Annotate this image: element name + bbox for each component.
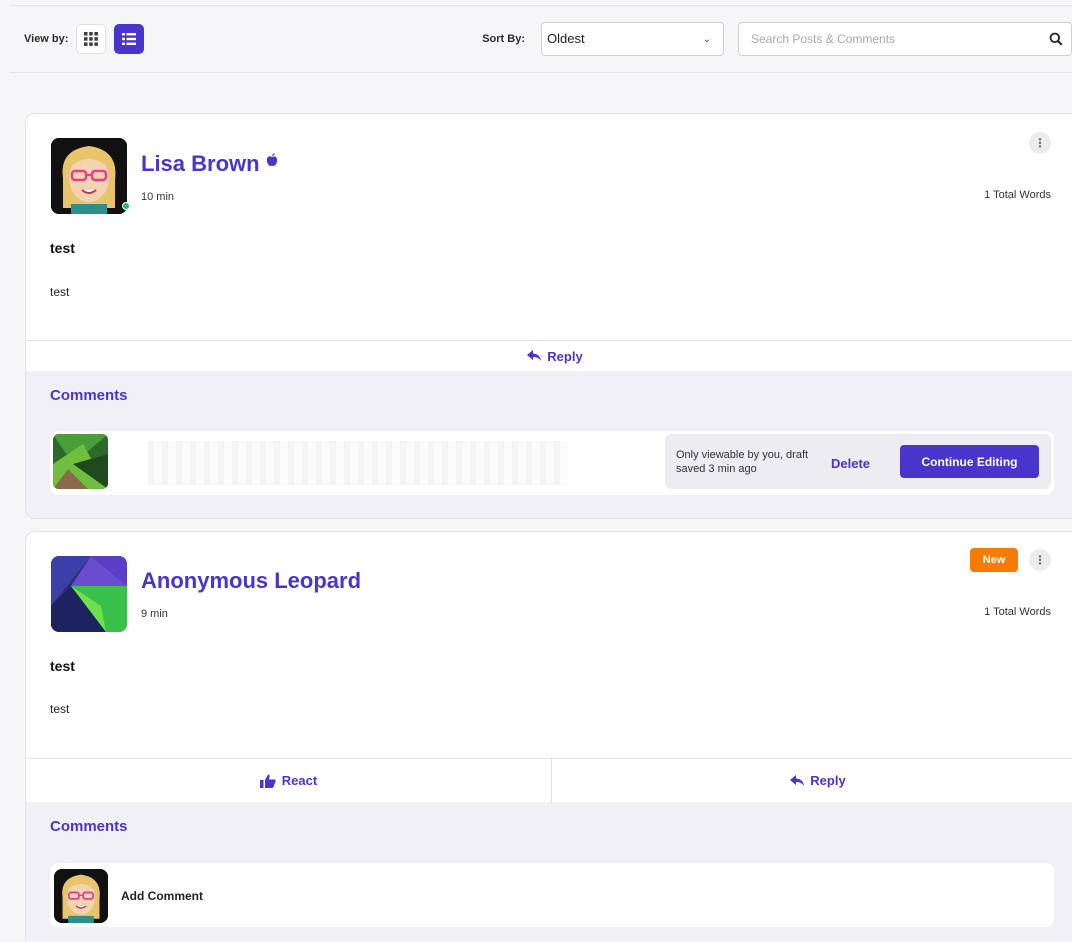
toolbar: View by: Sort By: Oldest ⌄	[10, 6, 1072, 73]
post-title: test	[50, 240, 75, 256]
continue-editing-button[interactable]: Continue Editing	[900, 445, 1039, 478]
comments-title: Comments	[50, 818, 128, 835]
more-options-icon[interactable]: ⋮	[1029, 132, 1051, 154]
apple-icon	[266, 153, 277, 166]
avatar-illustration	[51, 138, 127, 214]
list-view-button[interactable]	[114, 24, 145, 54]
comments-title: Comments	[50, 387, 128, 404]
post-card: Anonymous Leopard 9 min New ⋮ 1 Total Wo…	[25, 531, 1072, 942]
sort-select[interactable]: Oldest ⌄	[541, 22, 724, 56]
draft-comment: Only viewable by you, draft saved 3 min …	[50, 431, 1054, 495]
post-actions: React Reply	[26, 758, 1072, 802]
delete-draft-button[interactable]: Delete	[831, 456, 870, 471]
search-box[interactable]	[738, 22, 1072, 56]
reply-button[interactable]: Reply	[551, 759, 1072, 802]
word-count: 1 Total Words	[984, 606, 1051, 618]
sort-selected-value: Oldest	[547, 31, 585, 46]
comments-section: Comments Only viewable by you, draft sav…	[26, 371, 1072, 518]
post-title: test	[50, 658, 75, 674]
author-name[interactable]: Anonymous Leopard	[141, 568, 361, 594]
reply-icon	[527, 350, 542, 361]
avatar[interactable]	[51, 138, 127, 214]
avatar[interactable]	[51, 556, 127, 632]
sort-by-label: Sort By:	[482, 33, 525, 45]
online-indicator	[122, 202, 130, 210]
search-icon[interactable]	[1049, 32, 1063, 46]
reply-icon	[790, 774, 805, 786]
post-body: test	[50, 285, 70, 299]
more-options-icon[interactable]: ⋮	[1029, 549, 1051, 571]
draft-actions-panel: Only viewable by you, draft saved 3 min …	[665, 434, 1051, 489]
post-card: Lisa Brown 10 min ⋮ 1 Total Words test t…	[25, 113, 1072, 519]
grid-icon	[84, 32, 99, 46]
add-comment-box[interactable]: Add Comment	[50, 863, 1054, 927]
post-actions: Reply	[26, 340, 1072, 371]
post-body: test	[50, 702, 70, 716]
react-button[interactable]: React	[26, 759, 551, 802]
comments-section: Comments Add Comment	[26, 802, 1072, 942]
chevron-down-icon: ⌄	[702, 34, 711, 45]
word-count: 1 Total Words	[984, 189, 1051, 201]
search-input[interactable]	[751, 32, 1049, 46]
reply-button[interactable]: Reply	[26, 341, 1072, 371]
avatar-illustration	[51, 556, 127, 632]
view-by-label: View by:	[24, 33, 69, 45]
thumbs-up-icon	[259, 774, 276, 788]
avatar	[54, 869, 108, 923]
author-name[interactable]: Lisa Brown	[141, 151, 278, 177]
grid-view-button[interactable]	[76, 24, 107, 54]
new-badge: New	[970, 548, 1018, 572]
draft-status-note: Only viewable by you, draft saved 3 min …	[676, 449, 809, 475]
add-comment-label: Add Comment	[121, 889, 203, 903]
draft-preview-blurred	[148, 441, 568, 485]
comment-avatar	[53, 434, 108, 489]
post-time: 9 min	[141, 608, 168, 620]
list-icon	[122, 33, 137, 45]
post-time: 10 min	[141, 191, 175, 203]
